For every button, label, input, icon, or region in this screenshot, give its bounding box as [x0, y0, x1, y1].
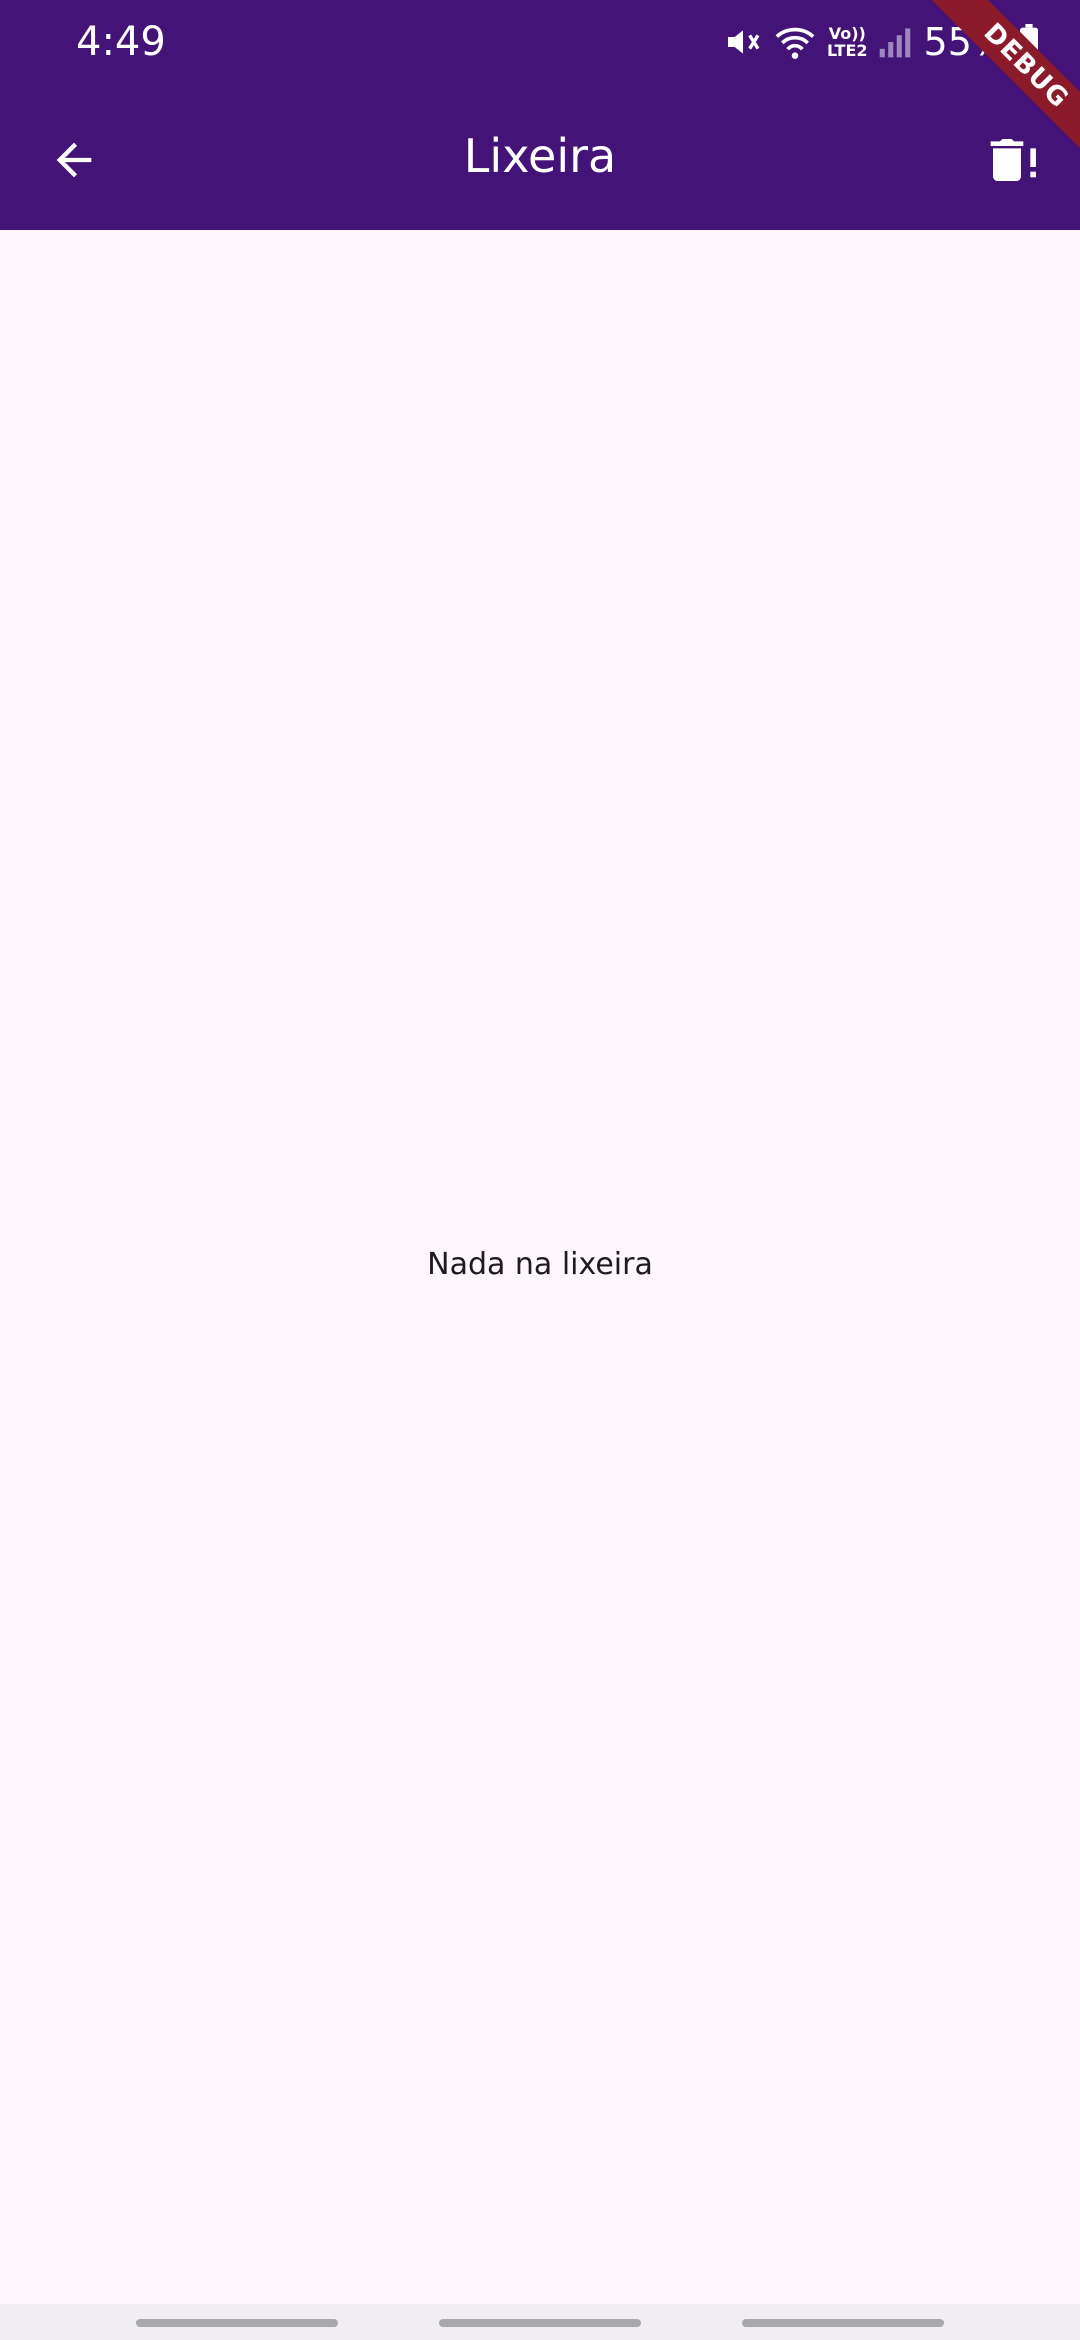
top-bar: 4:49 Vo)) LTE2 55% Lixeira — [0, 0, 1080, 230]
signal-icon — [878, 25, 912, 59]
wifi-icon — [773, 22, 817, 62]
delete-forever-icon — [990, 139, 1036, 181]
nav-handle-left[interactable] — [136, 2319, 338, 2327]
status-bar: 4:49 Vo)) LTE2 55% — [0, 0, 1080, 84]
nav-handle-right[interactable] — [742, 2319, 944, 2327]
nav-handle-center[interactable] — [439, 2319, 641, 2327]
page-title: Lixeira — [463, 129, 617, 183]
gesture-nav-bar — [0, 2304, 1080, 2340]
mute-icon — [723, 22, 763, 62]
status-time: 4:49 — [76, 19, 166, 65]
app-bar: Lixeira — [0, 84, 1080, 230]
empty-trash-message: Nada na lixeira — [427, 1247, 653, 1282]
lte-label: LTE2 — [827, 41, 868, 60]
volte-icon: Vo)) LTE2 — [827, 25, 868, 59]
battery-percent: 55% — [923, 20, 1008, 64]
empty-trash-button[interactable] — [978, 124, 1050, 196]
battery-icon — [1018, 24, 1040, 60]
status-icons: Vo)) LTE2 55% — [713, 14, 1040, 70]
